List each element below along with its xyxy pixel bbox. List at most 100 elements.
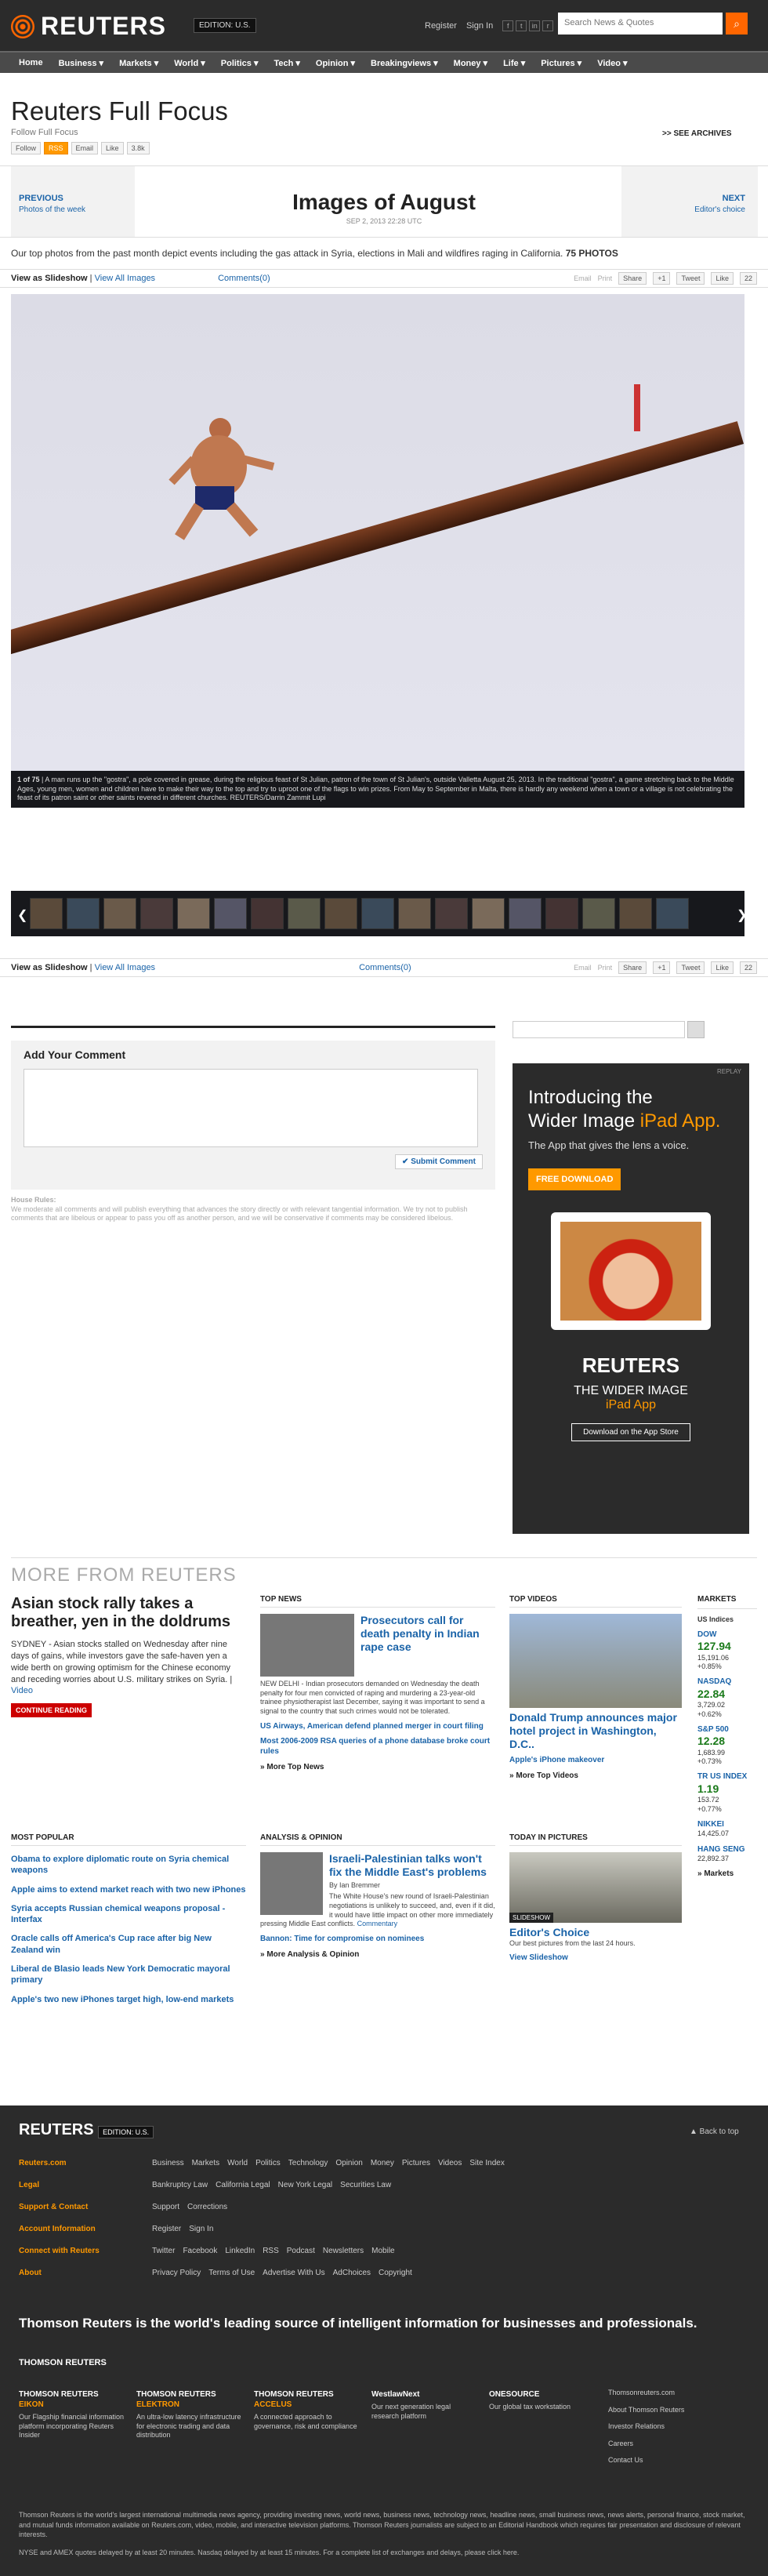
tweet-button[interactable]: Tweet	[676, 272, 705, 285]
footer-link-0-0[interactable]: Business	[152, 2159, 184, 2167]
nav-item-5[interactable]: Tech ▾	[266, 53, 307, 73]
thomson-reuters-logo[interactable]: THOMSON REUTERS	[19, 2358, 107, 2367]
footer-link-1-3[interactable]: Securities Law	[340, 2181, 391, 2189]
footer-link-0-8[interactable]: Videos	[438, 2159, 462, 2167]
print-tool-2[interactable]: Print	[598, 964, 613, 972]
plus-one-button[interactable]: +1	[653, 272, 671, 285]
see-archives-link[interactable]: >> SEE ARCHIVES	[662, 129, 732, 138]
search-button[interactable]: ⌕	[726, 13, 748, 35]
footer-row-head-2[interactable]: Support & Contact	[19, 2203, 144, 2211]
market-name-0[interactable]: DOW	[697, 1630, 757, 1640]
footer-link-0-5[interactable]: Opinion	[335, 2159, 362, 2167]
popular-item-5[interactable]: Apple's two new iPhones target high, low…	[11, 1994, 246, 2005]
lead-headline[interactable]: Asian stock rally takes a breather, yen …	[11, 1595, 246, 1631]
analysis-author-image[interactable]	[260, 1852, 323, 1915]
market-name-3[interactable]: TR US INDEX	[697, 1772, 757, 1782]
edition-selector[interactable]: EDITION: U.S.	[194, 18, 256, 33]
wider-image-ad[interactable]: REPLAY Introducing the Wider Image iPad A…	[513, 1063, 749, 1534]
thumbnail[interactable]	[509, 898, 542, 929]
thumbnail[interactable]	[472, 898, 505, 929]
footer-link-1-0[interactable]: Bankruptcy Law	[152, 2181, 208, 2189]
top-video-headline[interactable]: Donald Trump announces major hotel proje…	[509, 1711, 682, 1750]
rss-icon[interactable]: r	[542, 20, 554, 31]
business-4[interactable]: ONESOURCE Our global tax workstation	[489, 2389, 597, 2412]
footer-link-1-2[interactable]: New York Legal	[278, 2181, 333, 2189]
print-tool[interactable]: Print	[598, 274, 613, 282]
thumbnail[interactable]	[251, 898, 284, 929]
footer-link-2-0[interactable]: Support	[152, 2203, 179, 2211]
thumb-prev-icon[interactable]: ❮	[17, 907, 27, 923]
rss-button[interactable]: RSS	[44, 142, 68, 154]
business-1[interactable]: THOMSON REUTERS ELEKTRON An ultra-low late…	[136, 2389, 245, 2440]
footer-link-3-0[interactable]: Register	[152, 2225, 181, 2233]
reuters-logo[interactable]: REUTERS	[11, 12, 166, 41]
business-3[interactable]: WestlawNext Our next generation legal res…	[371, 2389, 480, 2421]
email-tool[interactable]: Email	[574, 274, 592, 282]
nav-item-6[interactable]: Opinion ▾	[308, 53, 363, 73]
thumbnail[interactable]	[619, 898, 652, 929]
market-name-5[interactable]: HANG SENG	[697, 1845, 757, 1855]
thumbnail[interactable]	[435, 898, 468, 929]
thumbnail[interactable]	[361, 898, 394, 929]
share-button[interactable]: Share	[618, 272, 647, 285]
thumbnail[interactable]	[214, 898, 247, 929]
email-tool-2[interactable]: Email	[574, 964, 592, 972]
thumbnail[interactable]	[177, 898, 210, 929]
like-button-3[interactable]: Like	[711, 961, 734, 974]
view-slideshow[interactable]: View as Slideshow	[11, 274, 88, 283]
footer-link-5-0[interactable]: Privacy Policy	[152, 2269, 201, 2277]
footer-link-4-0[interactable]: Twitter	[152, 2247, 175, 2255]
tr-link-4[interactable]: Contact Us	[608, 2452, 684, 2469]
footer-row-head-5[interactable]: About	[19, 2269, 144, 2277]
tr-link-0[interactable]: Thomsonreuters.com	[608, 2385, 684, 2402]
sidebar-search-button[interactable]	[687, 1021, 705, 1038]
business-2[interactable]: THOMSON REUTERS ACCELUS A connected approa…	[254, 2389, 362, 2431]
footer-link-4-6[interactable]: Mobile	[371, 2247, 394, 2255]
register-link[interactable]: Register	[425, 21, 457, 31]
gallery-photo[interactable]: 1 of 75 | A man runs up the "gostra", a …	[11, 294, 744, 808]
free-download-button[interactable]: FREE DOWNLOAD	[528, 1168, 621, 1190]
footer-link-5-2[interactable]: Advertise With Us	[263, 2269, 324, 2277]
footer-row-head-3[interactable]: Account Information	[19, 2225, 144, 2233]
footer-link-1-1[interactable]: California Legal	[216, 2181, 270, 2189]
footer-row-head-0[interactable]: Reuters.com	[19, 2159, 144, 2167]
nav-item-1[interactable]: Business ▾	[51, 53, 112, 73]
footer-link-0-9[interactable]: Site Index	[469, 2159, 504, 2167]
footer-link-0-2[interactable]: World	[227, 2159, 248, 2167]
nav-item-8[interactable]: Money ▾	[446, 53, 495, 73]
thumb-next-icon[interactable]: ❯	[737, 907, 747, 923]
popular-item-1[interactable]: Apple aims to extend market reach with t…	[11, 1884, 246, 1895]
follow-button[interactable]: Follow	[11, 142, 42, 154]
thumbnail[interactable]	[656, 898, 689, 929]
nav-item-10[interactable]: Pictures ▾	[533, 53, 589, 73]
footer-link-0-4[interactable]: Technology	[288, 2159, 328, 2167]
thumbnail[interactable]	[103, 898, 136, 929]
footer-link-5-3[interactable]: AdChoices	[333, 2269, 371, 2277]
top-news-link-2[interactable]: Most 2006-2009 RSA queries of a phone da…	[260, 1736, 495, 1757]
tr-link-3[interactable]: Careers	[608, 2436, 684, 2453]
footer-logo[interactable]: REUTERS EDITION: U.S.	[19, 2121, 154, 2139]
top-video-thumbnail[interactable]	[509, 1614, 682, 1708]
thumbnail[interactable]	[140, 898, 173, 929]
more-top-videos-link[interactable]: » More Top Videos	[509, 1771, 682, 1780]
footer-link-4-1[interactable]: Facebook	[183, 2247, 217, 2255]
business-0[interactable]: THOMSON REUTERS EIKON Our Flagship financi…	[19, 2389, 127, 2440]
thumbnail[interactable]	[288, 898, 321, 929]
lead-video-link[interactable]: Video	[11, 1686, 33, 1695]
nav-item-0[interactable]: Home	[11, 53, 51, 73]
plus-one-button-2[interactable]: +1	[653, 961, 671, 974]
footer-link-0-1[interactable]: Markets	[192, 2159, 220, 2167]
footer-row-head-1[interactable]: Legal	[19, 2181, 144, 2189]
thumbnail[interactable]	[545, 898, 578, 929]
commentary-link[interactable]: Commentary	[357, 1920, 398, 1927]
facebook-icon[interactable]: f	[502, 20, 514, 31]
like-button-2[interactable]: Like	[711, 272, 734, 285]
search-input[interactable]: Search News & Quotes	[558, 13, 723, 35]
twitter-icon[interactable]: t	[516, 20, 527, 31]
sidebar-search-input[interactable]	[513, 1021, 685, 1038]
replay-label[interactable]: REPLAY	[513, 1063, 749, 1075]
linkedin-icon[interactable]: in	[529, 20, 541, 31]
tweet-button-2[interactable]: Tweet	[676, 961, 705, 974]
more-markets-link[interactable]: » Markets	[697, 1869, 757, 1880]
view-slideshow-link[interactable]: View Slideshow	[509, 1953, 682, 1963]
